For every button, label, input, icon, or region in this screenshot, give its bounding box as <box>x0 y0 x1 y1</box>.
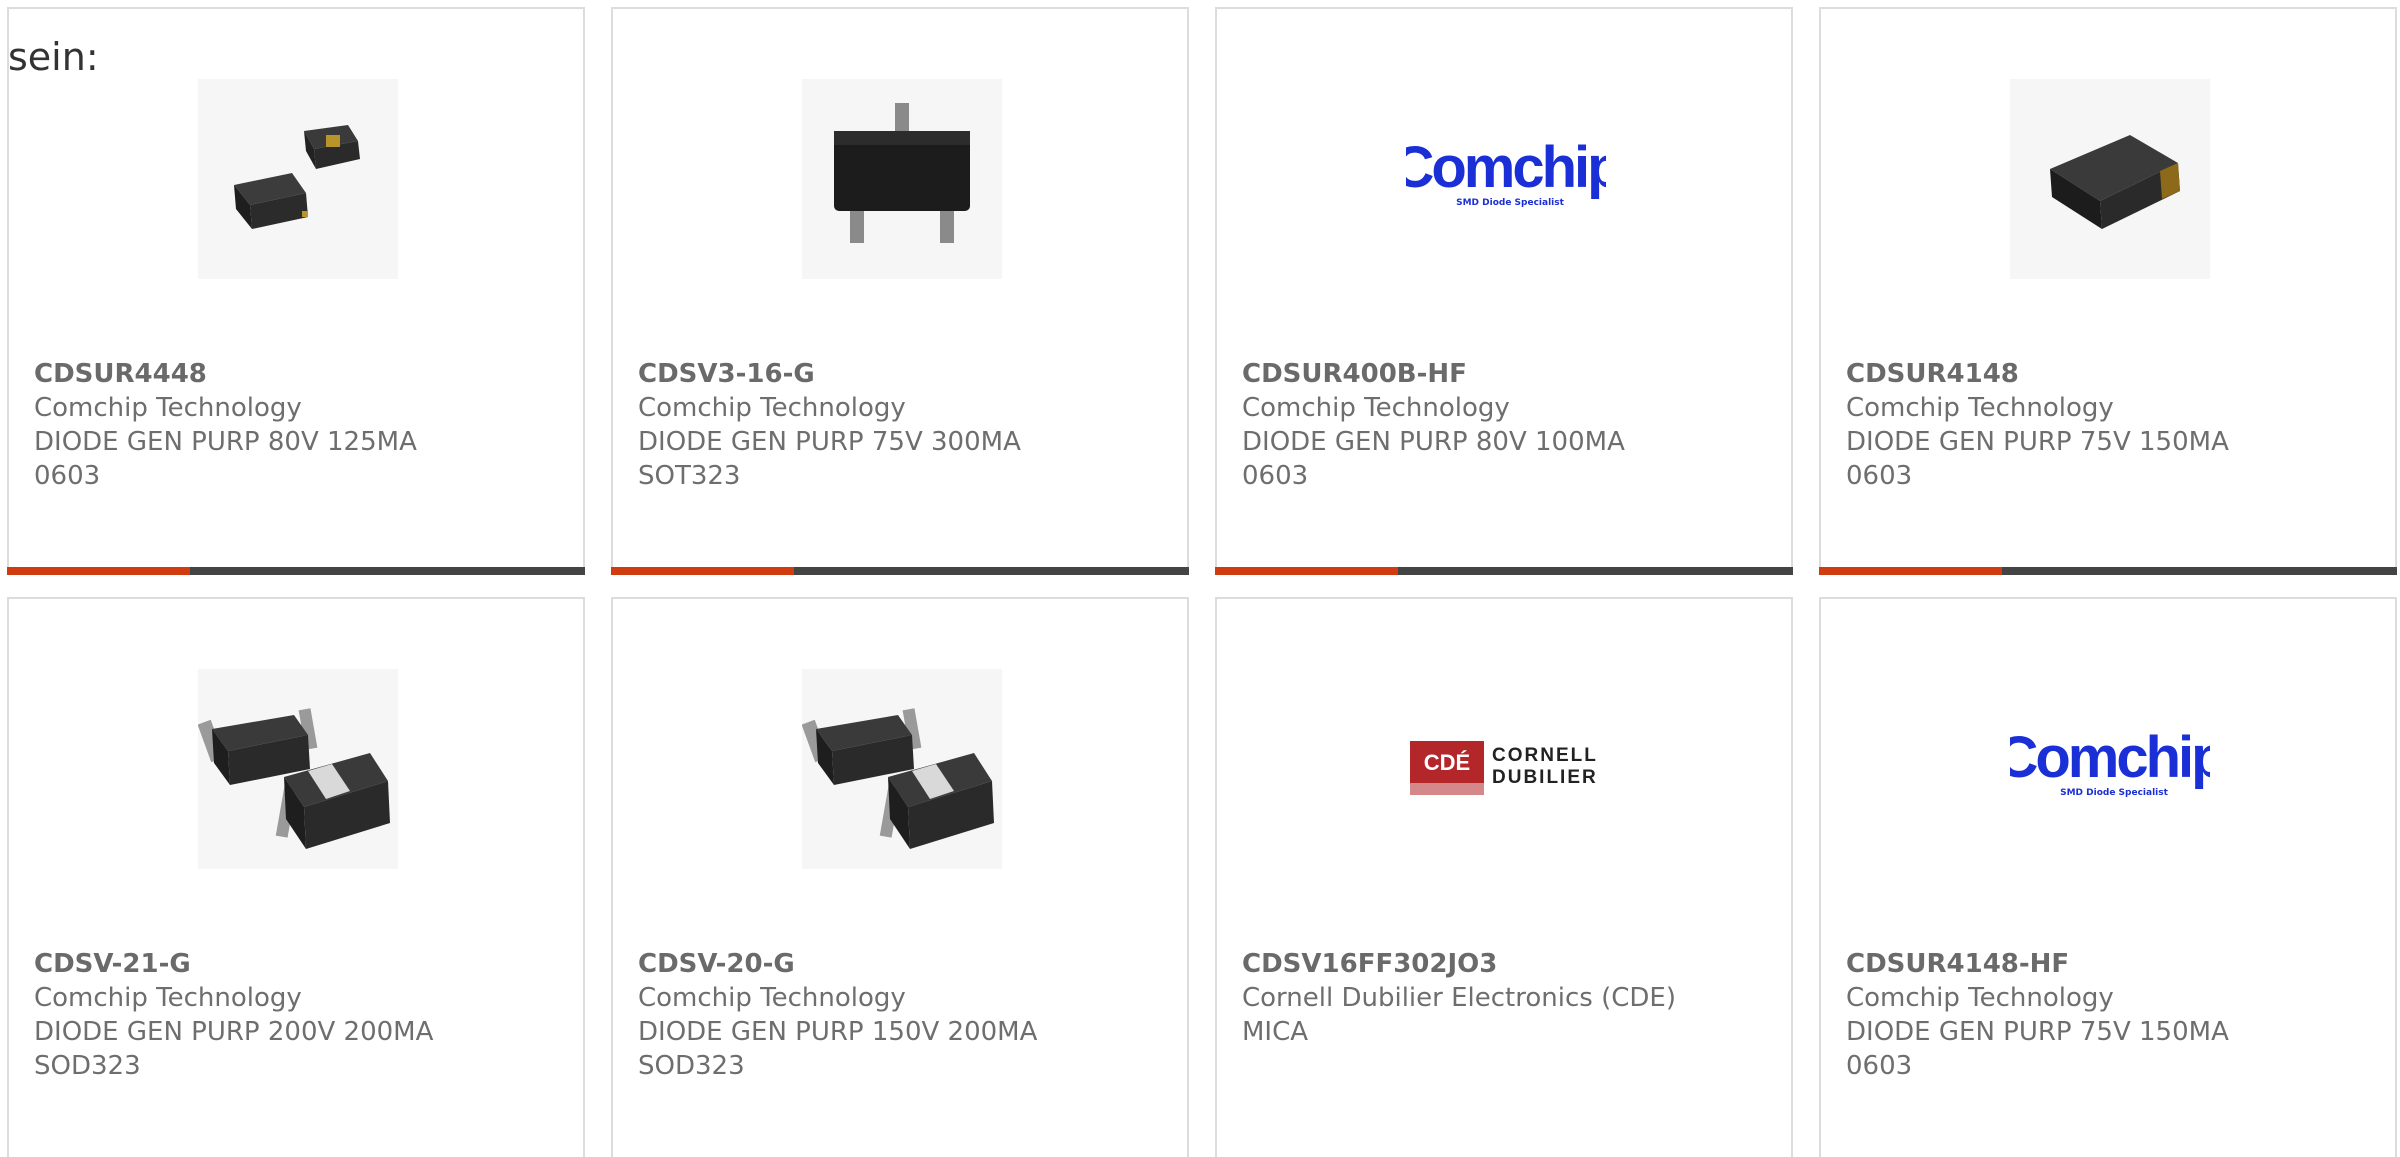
chip-0603-icon <box>2010 79 2210 279</box>
package: 0603 <box>1846 461 1913 491</box>
card-bottom-bar <box>1215 567 1793 575</box>
package: SOD323 <box>34 1051 141 1081</box>
cde-line1: CORNELL <box>1492 745 1598 766</box>
product-card[interactable]: CDSUR4148 Comchip Technology DIODE GEN P… <box>1819 7 2397 575</box>
product-info: CDSUR4148-HF Comchip Technology DIODE GE… <box>1846 947 2385 1083</box>
description: DIODE GEN PURP 75V 150MA <box>1846 427 2229 457</box>
description: MICA <box>1242 1017 1309 1047</box>
package: 0603 <box>34 461 101 491</box>
card-accent-bar <box>1819 567 2002 575</box>
card-bottom-bar <box>1819 567 2397 575</box>
cde-mark: CDÉ <box>1424 750 1470 775</box>
package: 0603 <box>1242 461 1309 491</box>
package: SOD323 <box>638 1051 745 1081</box>
part-number[interactable]: CDSUR4148-HF <box>1846 947 2385 981</box>
product-card[interactable]: Comchip SMD Diode Specialist CDSUR400B-H… <box>1215 7 1793 575</box>
part-number[interactable]: CDSV-20-G <box>638 947 1177 981</box>
sod323-package-icon <box>802 669 1002 869</box>
description: DIODE GEN PURP 75V 150MA <box>1846 1017 2229 1047</box>
product-info: CDSUR4148 Comchip Technology DIODE GEN P… <box>1846 357 2385 493</box>
product-info: CDSV16FF302JO3 Cornell Dubilier Electron… <box>1242 947 1781 1049</box>
comchip-logo: Comchip SMD Diode Specialist <box>2010 669 2210 869</box>
part-number[interactable]: CDSUR400B-HF <box>1242 357 1781 391</box>
product-info: CDSUR400B-HF Comchip Technology DIODE GE… <box>1242 357 1781 493</box>
part-number[interactable]: CDSV3-16-G <box>638 357 1177 391</box>
manufacturer: Comchip Technology <box>1846 393 2114 423</box>
cde-logo: CDÉ CORNELL DUBILIER <box>1406 669 1606 869</box>
part-number[interactable]: CDSUR4448 <box>34 357 573 391</box>
comchip-logo-tagline: SMD Diode Specialist <box>1456 198 1565 208</box>
manufacturer: Comchip Technology <box>34 983 302 1013</box>
product-card[interactable]: CDSV-21-G Comchip Technology DIODE GEN P… <box>7 597 585 1157</box>
card-accent-bar <box>611 567 794 575</box>
product-card[interactable]: CDSUR4448 Comchip Technology DIODE GEN P… <box>7 7 585 575</box>
manufacturer: Comchip Technology <box>1242 393 1510 423</box>
package: 0603 <box>1846 1051 1913 1081</box>
cde-line2: DUBILIER <box>1492 767 1598 788</box>
product-grid-page: sein: CDSUR4448 Comchip Technology DIODE… <box>0 0 2400 1157</box>
manufacturer: Cornell Dubilier Electronics (CDE) <box>1242 983 1676 1013</box>
sod323-package-icon <box>198 669 398 869</box>
manufacturer: Comchip Technology <box>638 983 906 1013</box>
comchip-logo-word: Comchip <box>2010 725 2210 790</box>
part-number[interactable]: CDSV16FF302JO3 <box>1242 947 1781 981</box>
manufacturer: Comchip Technology <box>638 393 906 423</box>
description: DIODE GEN PURP 75V 300MA <box>638 427 1021 457</box>
manufacturer: Comchip Technology <box>1846 983 2114 1013</box>
comchip-logo: Comchip SMD Diode Specialist <box>1406 79 1606 279</box>
product-card[interactable]: CDÉ CORNELL DUBILIER CDSV16FF302JO3 Corn… <box>1215 597 1793 1157</box>
card-bottom-bar <box>611 567 1189 575</box>
product-card[interactable]: Comchip SMD Diode Specialist CDSUR4148-H… <box>1819 597 2397 1157</box>
description: DIODE GEN PURP 150V 200MA <box>638 1017 1038 1047</box>
product-info: CDSV-20-G Comchip Technology DIODE GEN P… <box>638 947 1177 1083</box>
card-bottom-bar <box>7 567 585 575</box>
description: DIODE GEN PURP 80V 125MA <box>34 427 417 457</box>
product-info: CDSV3-16-G Comchip Technology DIODE GEN … <box>638 357 1177 493</box>
package: SOT323 <box>638 461 741 491</box>
description: DIODE GEN PURP 80V 100MA <box>1242 427 1625 457</box>
product-info: CDSV-21-G Comchip Technology DIODE GEN P… <box>34 947 573 1083</box>
part-number[interactable]: CDSV-21-G <box>34 947 573 981</box>
two-chip-0603-icon <box>198 79 398 279</box>
manufacturer: Comchip Technology <box>34 393 302 423</box>
part-number[interactable]: CDSUR4148 <box>1846 357 2385 391</box>
comchip-logo-word: Comchip <box>1406 135 1606 200</box>
product-card[interactable]: CDSV-20-G Comchip Technology DIODE GEN P… <box>611 597 1189 1157</box>
intro-text: sein: <box>8 35 99 79</box>
description: DIODE GEN PURP 200V 200MA <box>34 1017 434 1047</box>
product-info: CDSUR4448 Comchip Technology DIODE GEN P… <box>34 357 573 493</box>
card-accent-bar <box>1215 567 1398 575</box>
card-accent-bar <box>7 567 190 575</box>
sot323-package-icon <box>802 79 1002 279</box>
product-card[interactable]: CDSV3-16-G Comchip Technology DIODE GEN … <box>611 7 1189 575</box>
comchip-logo-tagline: SMD Diode Specialist <box>2060 788 2169 798</box>
